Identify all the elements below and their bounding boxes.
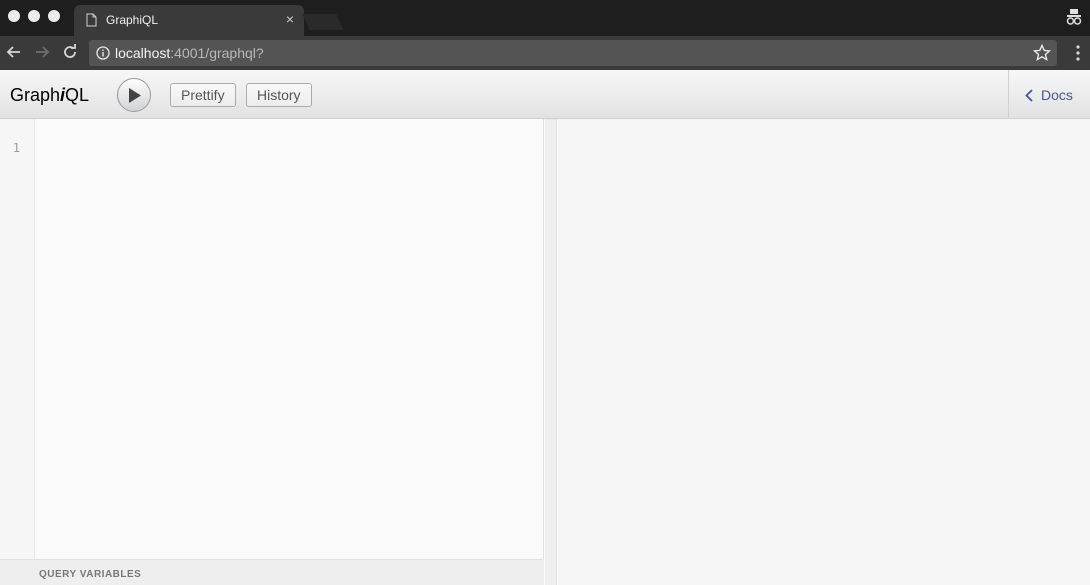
chevron-left-icon bbox=[1025, 89, 1033, 102]
line-number: 1 bbox=[12, 141, 20, 155]
more-menu-icon[interactable] bbox=[1076, 44, 1080, 62]
query-editor[interactable]: 1 QUERY VARIABLES bbox=[0, 119, 544, 585]
docs-toggle[interactable]: Docs bbox=[1008, 70, 1090, 118]
back-arrow-icon[interactable] bbox=[4, 42, 24, 62]
new-tab-button[interactable] bbox=[302, 14, 344, 30]
logo-suffix: QL bbox=[65, 85, 90, 105]
logo-prefix: Graph bbox=[10, 85, 61, 105]
bookmark-star-icon[interactable] bbox=[1033, 44, 1051, 62]
query-variables-title: QUERY VARIABLES bbox=[39, 569, 142, 580]
tab-title: GraphiQL bbox=[106, 13, 159, 27]
execute-query-button[interactable] bbox=[117, 78, 151, 112]
browser-tab-graphiql[interactable]: GraphiQL × bbox=[74, 5, 304, 36]
prettify-button[interactable]: Prettify bbox=[170, 83, 236, 107]
incognito-icon[interactable] bbox=[1066, 8, 1082, 26]
play-icon bbox=[129, 88, 141, 103]
tab-close-icon[interactable]: × bbox=[286, 11, 294, 27]
close-window-button[interactable] bbox=[8, 10, 20, 22]
url-text[interactable]: localhost:4001/graphql? bbox=[115, 45, 264, 61]
url-path: :4001/graphql? bbox=[170, 45, 264, 61]
minimize-window-button[interactable] bbox=[28, 10, 40, 22]
browser-tab-strip: GraphiQL × bbox=[0, 0, 1090, 36]
graphiql-toolbar: GraphiQL Prettify History Docs bbox=[0, 70, 1090, 119]
docs-label: Docs bbox=[1041, 87, 1073, 103]
history-button[interactable]: History bbox=[246, 83, 312, 107]
url-host: localhost bbox=[115, 45, 171, 61]
browser-toolbar: localhost:4001/graphql? bbox=[0, 36, 1090, 70]
file-icon bbox=[86, 13, 97, 27]
query-variables-bar[interactable]: QUERY VARIABLES bbox=[0, 559, 544, 585]
line-number-gutter: 1 bbox=[0, 119, 35, 559]
address-bar[interactable]: localhost:4001/graphql? bbox=[89, 40, 1057, 66]
reload-icon[interactable] bbox=[60, 42, 80, 62]
editor-resize-handle[interactable] bbox=[545, 119, 557, 585]
forward-arrow-icon[interactable] bbox=[32, 42, 52, 62]
result-pane bbox=[558, 119, 1090, 585]
maximize-window-button[interactable] bbox=[48, 10, 60, 22]
graphiql-logo: GraphiQL bbox=[10, 85, 89, 106]
graphiql-app: GraphiQL Prettify History Docs 1 QUERY V… bbox=[0, 70, 1090, 585]
info-icon[interactable] bbox=[96, 46, 110, 60]
